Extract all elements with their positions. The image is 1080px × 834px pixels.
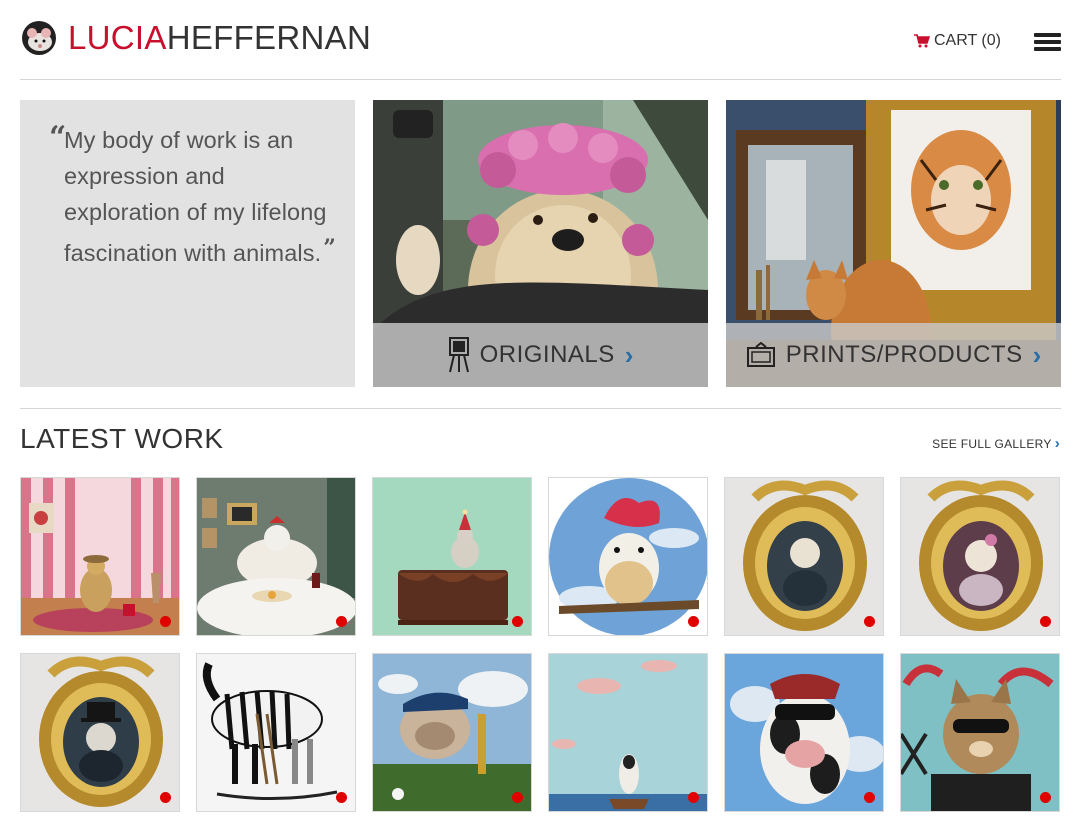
cart-icon: [914, 34, 930, 48]
artwork-tile[interactable]: [724, 477, 884, 636]
artwork-tile[interactable]: [196, 653, 356, 812]
brand-name: LUCIAHEFFERNAN: [68, 18, 371, 58]
available-indicator: [1040, 616, 1051, 627]
artwork-tile[interactable]: [372, 653, 532, 812]
bird-with-hibiscus-hat-thumbnail: [549, 478, 707, 635]
close-quote-icon: ”: [323, 235, 336, 261]
available-indicator: [688, 616, 699, 627]
artwork-tile[interactable]: [548, 477, 708, 636]
frame-icon: [746, 342, 775, 367]
artwork-tile[interactable]: [900, 477, 1060, 636]
hamburger-icon[interactable]: [1034, 33, 1061, 53]
logo[interactable]: LUCIAHEFFERNAN: [20, 18, 371, 58]
mouse-mascot-icon: [20, 19, 58, 57]
chevron-right-icon: ›: [624, 339, 634, 370]
section-divider: [20, 408, 1061, 409]
site-header: LUCIAHEFFERNAN CART (0): [20, 0, 1061, 80]
artwork-tile[interactable]: [20, 477, 180, 636]
prints-label: PRINTS/PRODUCTS: [785, 341, 1023, 368]
quote-text: My body of work is an expression and exp…: [64, 122, 344, 271]
cart-label: CART (0): [934, 32, 1001, 49]
cat-with-sunglasses-thumbnail: [901, 654, 1059, 811]
artwork-tile[interactable]: [196, 477, 356, 636]
available-indicator: [336, 792, 347, 803]
cow-at-sea-thumbnail: [549, 654, 707, 811]
originals-bar: ORIGINALS ›: [373, 323, 708, 387]
available-indicator: [688, 792, 699, 803]
easel-icon: [448, 337, 469, 373]
portrait-in-gold-frame-thumbnail: [901, 478, 1059, 635]
available-indicator: [336, 616, 347, 627]
bird-on-cake-thumbnail: [373, 478, 531, 635]
cart-link[interactable]: CART (0): [914, 32, 1001, 50]
brand-first: LUCIA: [68, 19, 167, 56]
duck-in-pink-room-thumbnail: [21, 478, 179, 635]
rooster-at-dinner-thumbnail: [197, 478, 355, 635]
available-indicator: [160, 792, 171, 803]
artwork-tile[interactable]: [20, 653, 180, 812]
artwork-tile[interactable]: [724, 653, 884, 812]
see-full-gallery-link[interactable]: SEE FULL GALLERY ›: [932, 435, 1060, 452]
latest-work-title: LATEST WORK: [20, 423, 224, 454]
quote-box: “ My body of work is an expression and e…: [20, 100, 355, 387]
chevron-right-icon: ›: [1032, 339, 1042, 370]
prints-card[interactable]: PRINTS/PRODUCTS ›: [726, 100, 1061, 387]
originals-label: ORIGINALS: [479, 341, 615, 368]
see-full-gallery-label: SEE FULL GALLERY: [932, 436, 1052, 451]
brand-last: HEFFERNAN: [166, 19, 372, 56]
available-indicator: [512, 792, 523, 803]
prints-bar: PRINTS/PRODUCTS ›: [726, 323, 1061, 387]
chevron-right-icon: ›: [1054, 435, 1060, 452]
quote-body: My body of work is an expression and exp…: [64, 127, 327, 266]
cow-with-sunglasses-thumbnail: [725, 654, 883, 811]
available-indicator: [512, 616, 523, 627]
available-indicator: [864, 792, 875, 803]
available-indicator: [1040, 792, 1051, 803]
originals-card[interactable]: ORIGINALS ›: [373, 100, 708, 387]
zebra-painters-thumbnail: [197, 654, 355, 811]
available-indicator: [864, 616, 875, 627]
artwork-tile[interactable]: [548, 653, 708, 812]
available-indicator: [160, 616, 171, 627]
artwork-tile[interactable]: [900, 653, 1060, 812]
artwork-tile[interactable]: [372, 477, 532, 636]
portrait-in-gold-frame-thumbnail: [725, 478, 883, 635]
portrait-in-gold-frame-thumbnail: [21, 654, 179, 811]
bulldog-golfer-thumbnail: [373, 654, 531, 811]
